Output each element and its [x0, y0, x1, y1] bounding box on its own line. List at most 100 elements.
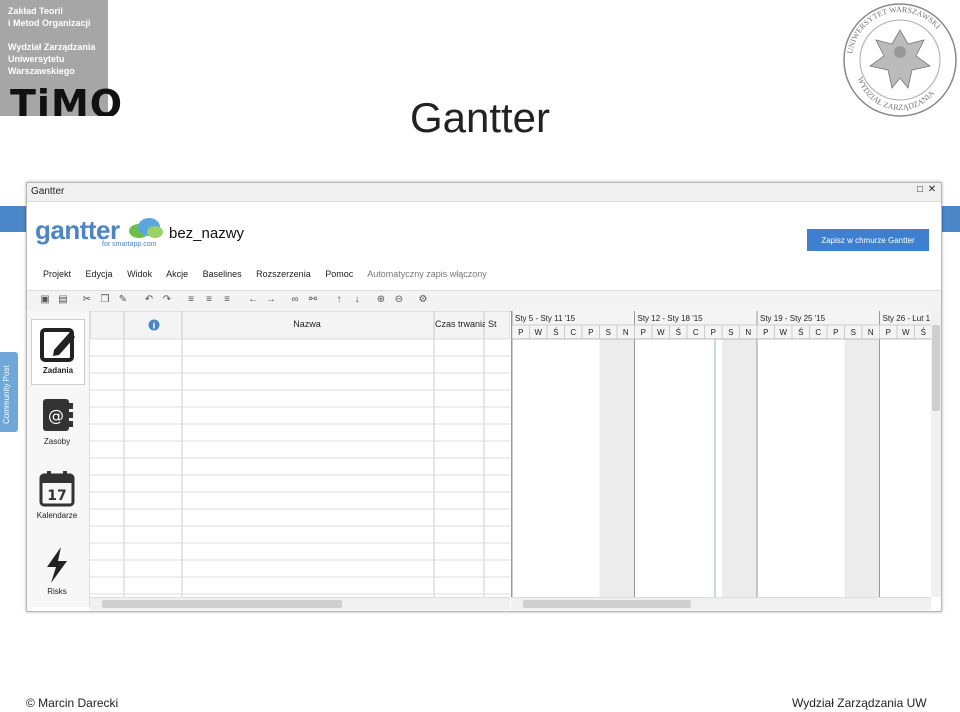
close-icon[interactable]: ✕: [927, 185, 937, 195]
undo-icon[interactable]: ↶: [143, 294, 155, 306]
menu-item-baselines[interactable]: Baselines: [203, 269, 242, 279]
cloud-icon: [129, 218, 163, 238]
address-book-icon: @: [43, 399, 73, 431]
settings-icon[interactable]: ⚙: [417, 294, 429, 306]
gantt-chart: Sty 5 - Sty 11 '15 P W Ś C P S N Sty 12 - Sty 18…: [511, 311, 932, 597]
scroll-thumb[interactable]: [102, 600, 342, 608]
indent-icon[interactable]: →: [265, 294, 277, 306]
day-label: P: [763, 328, 768, 337]
cut-icon[interactable]: ✂: [81, 294, 93, 306]
week-label: Sty 19 - Sty 25 '15: [760, 314, 826, 323]
day-label: S: [728, 328, 733, 337]
day-label: Ś: [676, 328, 681, 337]
redo-icon[interactable]: ↷: [161, 294, 173, 306]
day-label: S: [851, 328, 856, 337]
org-line: i Metod Organizacji: [8, 18, 91, 28]
vertical-scrollbar[interactable]: [931, 311, 941, 597]
grid-horizontal-scrollbar[interactable]: [90, 597, 510, 610]
day-label: S: [606, 328, 611, 337]
menu-item-actions[interactable]: Akcje: [166, 269, 188, 279]
align-right-icon[interactable]: ≡: [221, 294, 233, 306]
sidebar: Zadania @ Zasoby 17 Kalendarze Risks: [27, 311, 90, 607]
column-header-duration[interactable]: Czas trwania: [435, 319, 485, 329]
menu-item-view[interactable]: Widok: [127, 269, 152, 279]
menu-item-edit[interactable]: Edycja: [86, 269, 113, 279]
day-label: W: [902, 328, 910, 337]
align-left-icon[interactable]: ≡: [185, 294, 197, 306]
calendar-day: 17: [47, 488, 66, 504]
zoom-in-icon[interactable]: ⊕: [375, 294, 387, 306]
day-label: W: [534, 328, 542, 337]
autosave-status: Automatyczny zapis włączony: [367, 269, 487, 279]
move-up-icon[interactable]: ↑: [333, 294, 345, 306]
day-label: Ś: [921, 328, 926, 337]
sidebar-item-tasks[interactable]: Zadania: [31, 319, 85, 385]
day-label: C: [570, 328, 576, 337]
brand-subtitle: for smartapp.com: [102, 241, 157, 248]
day-label: C: [693, 328, 699, 337]
sidebar-item-label: Kalendarze: [36, 511, 78, 520]
week-label: Sty 5 - Sty 11 '15: [515, 314, 576, 323]
day-label: W: [779, 328, 787, 337]
menu-bar: Projekt Edycja Widok Akcje Baselines Roz…: [43, 269, 499, 283]
scroll-thumb[interactable]: [932, 325, 940, 411]
org-line: Wydział Zarządzania: [8, 42, 96, 52]
window-title: Gantter: [31, 186, 65, 197]
sidebar-item-risks[interactable]: Risks: [31, 545, 83, 605]
calendar-icon: 17: [39, 471, 75, 507]
day-label: P: [641, 328, 646, 337]
community-post-label: Community Post: [2, 365, 11, 424]
day-label: N: [745, 328, 751, 337]
gantter-window: Gantter □ ✕ gantter for smartapp.com bez…: [26, 182, 942, 612]
day-label: P: [518, 328, 523, 337]
maximize-icon[interactable]: □: [915, 185, 925, 195]
day-label: N: [623, 328, 629, 337]
sidebar-item-calendars[interactable]: 17 Kalendarze: [31, 469, 83, 533]
day-label: P: [886, 328, 891, 337]
org-line: Warszawskiego: [8, 66, 75, 76]
zoom-out-icon[interactable]: ⊖: [393, 294, 405, 306]
menu-item-project[interactable]: Projekt: [43, 269, 71, 279]
unlink-icon[interactable]: ⚯: [307, 294, 319, 306]
footer-faculty: Wydział Zarządzania UW: [792, 696, 927, 710]
day-label: Ś: [798, 328, 803, 337]
print-icon[interactable]: ▤: [57, 294, 69, 306]
gantt-timeline: Sty 5 - Sty 11 '15 P W Ś C P S N Sty 12 - Sty 18…: [512, 311, 932, 597]
info-icon: i: [148, 319, 160, 331]
menu-item-extensions[interactable]: Rozszerzenia: [256, 269, 311, 279]
toolbar: ▣ ▤ ✂ ❐ ✎ ↶ ↷ ≡ ≡ ≡ ← → ∞ ⚯ ↑ ↓ ⊕ ⊖ ⚙: [27, 290, 941, 312]
save-icon[interactable]: ▣: [39, 294, 51, 306]
community-post-tab[interactable]: Community Post: [0, 352, 18, 432]
task-grid: i Nazwa Czas trwania St: [89, 310, 511, 597]
org-line: Uniwersytetu: [8, 54, 65, 64]
paste-icon[interactable]: ✎: [117, 294, 129, 306]
day-label: Ś: [553, 328, 558, 337]
day-label: N: [868, 328, 874, 337]
sidebar-item-label: Risks: [47, 587, 67, 596]
task-grid-lines: [89, 310, 511, 597]
scroll-thumb[interactable]: [523, 600, 691, 608]
column-header-name[interactable]: Nazwa: [182, 319, 432, 329]
sidebar-item-resources[interactable]: @ Zasoby: [31, 395, 83, 459]
column-header-start[interactable]: St: [488, 319, 508, 329]
day-label: P: [588, 328, 593, 337]
slide-title: Gantter: [409, 94, 551, 141]
project-name[interactable]: bez_nazwy: [169, 225, 244, 242]
copy-icon[interactable]: ❐: [99, 294, 111, 306]
move-down-icon[interactable]: ↓: [351, 294, 363, 306]
menu-item-help[interactable]: Pomoc: [325, 269, 353, 279]
org-line: Zakład Teorii: [8, 6, 63, 16]
gantt-horizontal-scrollbar[interactable]: [511, 597, 931, 610]
window-titlebar: Gantter □ ✕: [27, 183, 941, 202]
day-label: W: [657, 328, 665, 337]
day-label: P: [833, 328, 838, 337]
align-center-icon[interactable]: ≡: [203, 294, 215, 306]
save-to-cloud-button[interactable]: Zapisz w chmurze Gantter: [807, 229, 929, 251]
edit-icon: [40, 328, 75, 362]
link-icon[interactable]: ∞: [289, 294, 301, 306]
week-label: Sty 26 - Lut 1: [883, 314, 931, 323]
sidebar-item-label: Zadania: [42, 366, 74, 375]
outdent-icon[interactable]: ←: [247, 294, 259, 306]
day-label: P: [711, 328, 716, 337]
lightning-icon: [47, 547, 67, 583]
